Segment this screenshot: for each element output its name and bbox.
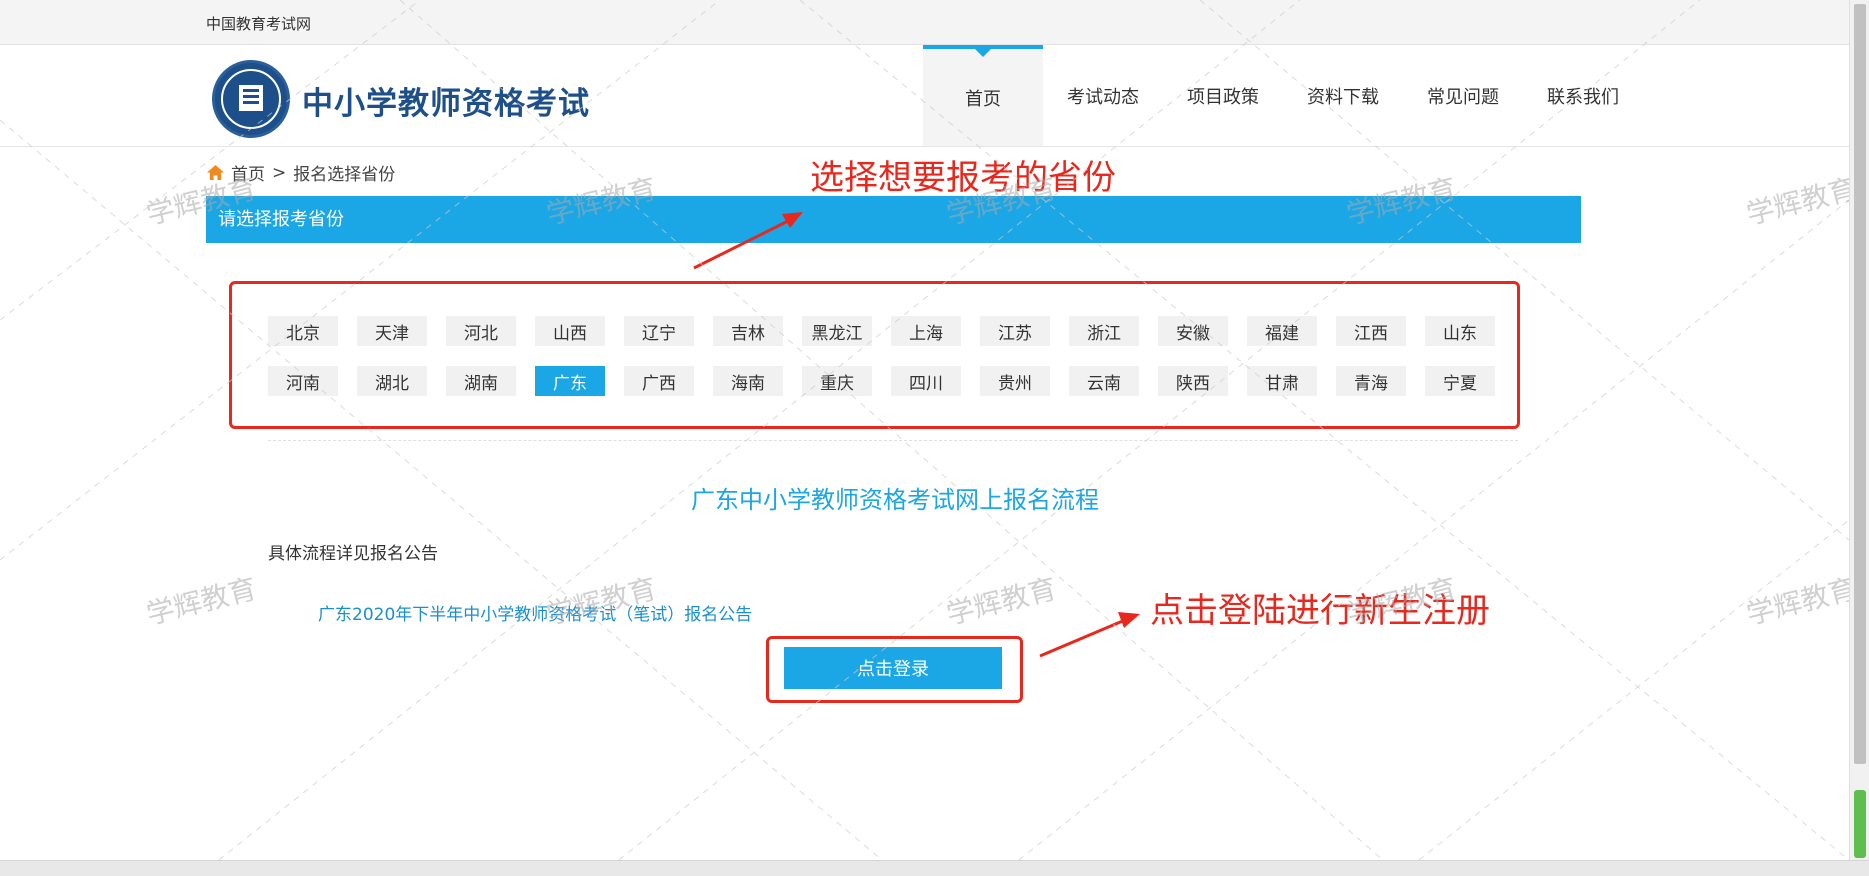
- nav-label: 常见问题: [1427, 86, 1499, 108]
- section-title-bar: 请选择报考省份: [206, 196, 1581, 243]
- horizontal-scrollbar[interactable]: [0, 860, 1869, 876]
- scroll-indicator: [1854, 790, 1866, 858]
- nav-item-2[interactable]: 项目政策: [1163, 45, 1283, 146]
- annotation-select-province: 选择想要报考的省份: [810, 158, 1116, 198]
- top-bar: 中国教育考试网: [0, 0, 1849, 45]
- breadcrumb-current: 报名选择省份: [293, 165, 396, 185]
- nav-item-5[interactable]: 联系我们: [1523, 45, 1643, 146]
- logo-title[interactable]: 中小学教师资格考试: [302, 78, 590, 123]
- nav-label: 项目政策: [1187, 86, 1259, 108]
- nav-label: 资料下载: [1307, 86, 1379, 108]
- breadcrumb-home[interactable]: 首页: [231, 160, 265, 185]
- vertical-scrollbar[interactable]: [1849, 0, 1869, 860]
- arrow-to-login-annotation: [1039, 612, 1140, 658]
- scrollbar-thumb[interactable]: [1854, 4, 1866, 764]
- nav-item-3[interactable]: 资料下载: [1283, 45, 1403, 146]
- annotation-click-login: 点击登陆进行新生注册: [1150, 591, 1490, 631]
- watermark-text: 学辉教育: [1743, 171, 1860, 232]
- breadcrumb-separator: >: [272, 162, 287, 183]
- divider: [268, 440, 1518, 441]
- nav-item-0[interactable]: 首页: [923, 45, 1043, 146]
- nav-item-4[interactable]: 常见问题: [1403, 45, 1523, 146]
- nav-label: 联系我们: [1547, 86, 1619, 108]
- flow-detail-text: 具体流程详见报名公告: [268, 544, 438, 564]
- section-title: 请选择报考省份: [218, 209, 344, 230]
- nav-item-1[interactable]: 考试动态: [1043, 45, 1163, 146]
- province-highlight-box: [229, 281, 1520, 429]
- home-icon: [207, 164, 224, 181]
- watermark-text: 学辉教育: [943, 571, 1060, 632]
- nav-label: 首页: [965, 88, 1001, 110]
- login-highlight-box: [766, 636, 1023, 703]
- logo-seal-icon: [212, 60, 290, 138]
- nav-active-caret-icon: [975, 49, 991, 57]
- nav-label: 考试动态: [1067, 86, 1139, 108]
- main-nav: 首页 考试动态 项目政策 资料下载 常见问题 联系我们: [923, 45, 1643, 146]
- watermark-text: 学辉教育: [1743, 571, 1860, 632]
- notice-link[interactable]: 广东2020年下半年中小学教师资格考试（笔试）报名公告: [318, 600, 752, 625]
- breadcrumb: 首页 > 报名选择省份: [206, 160, 395, 185]
- site-name[interactable]: 中国教育考试网: [206, 13, 311, 34]
- watermark-text: 学辉教育: [143, 571, 260, 632]
- flow-title: 广东中小学教师资格考试网上报名流程: [691, 486, 1099, 514]
